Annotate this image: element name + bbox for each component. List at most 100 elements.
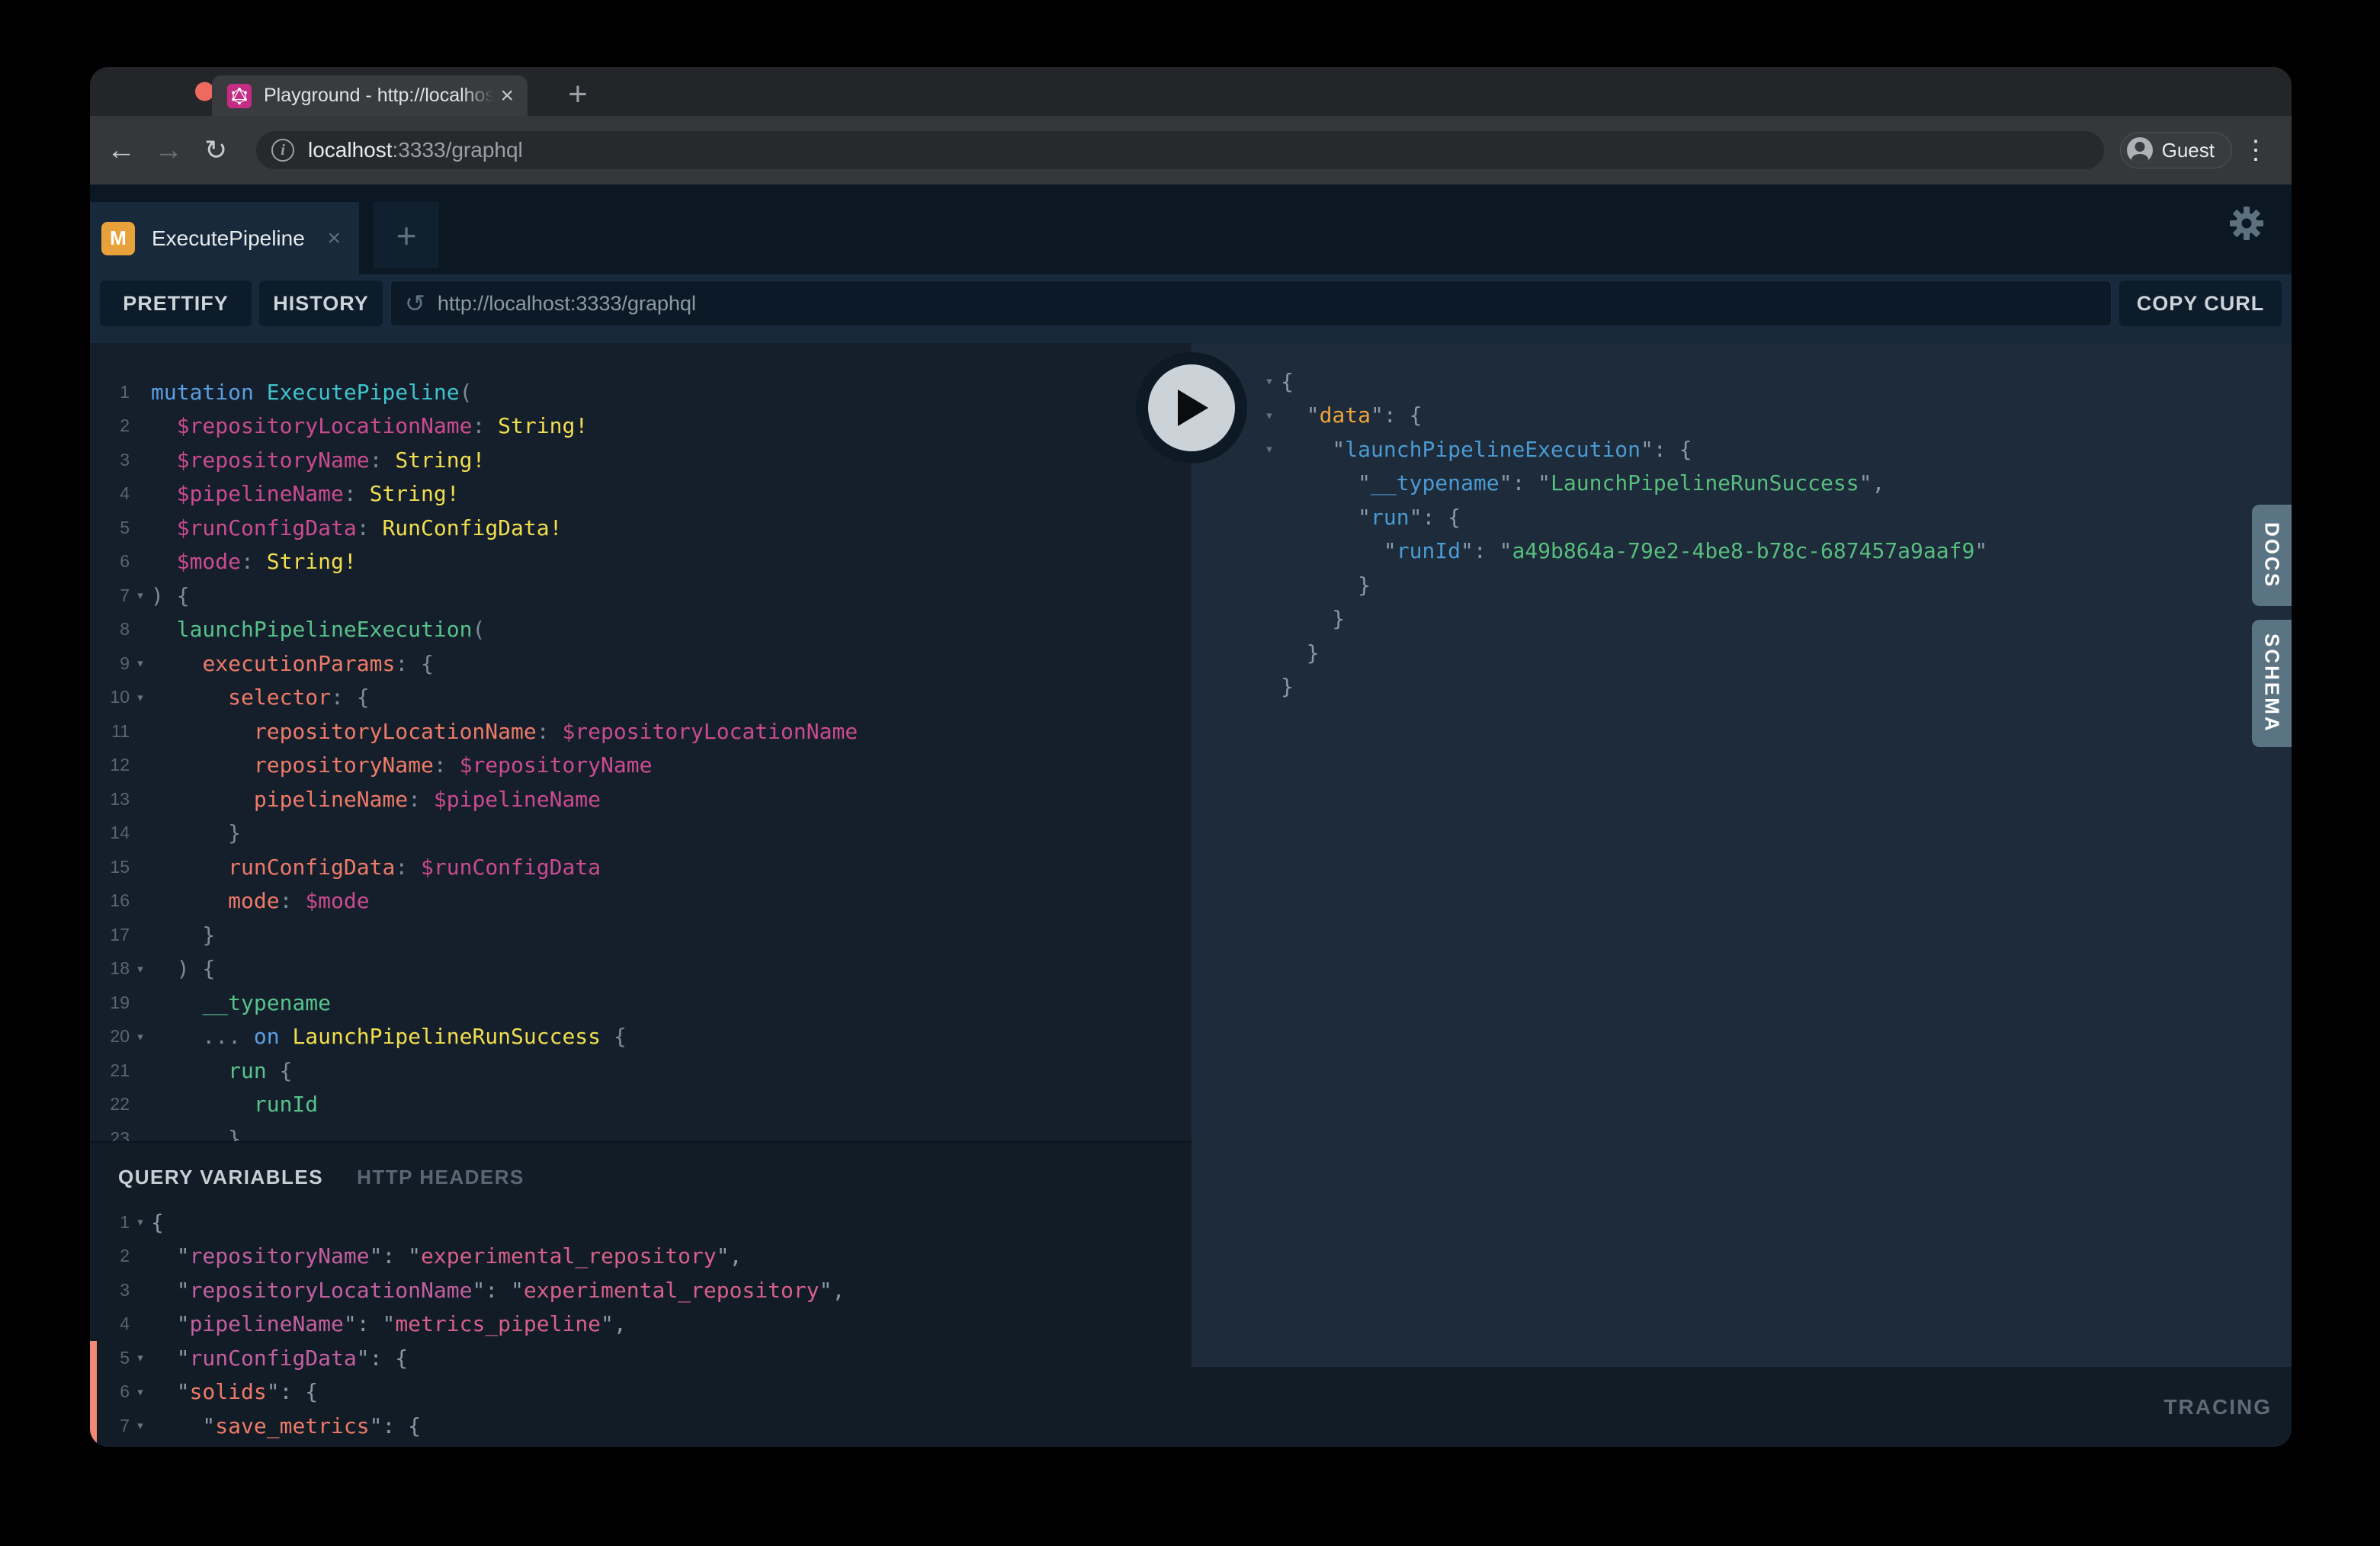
code-line[interactable]: 13 pipelineName: $pipelineName — [90, 782, 1192, 816]
code-line[interactable]: 18▾ ) { — [90, 952, 1192, 986]
tab-query-variables[interactable]: QUERY VARIABLES — [118, 1166, 323, 1189]
code-line[interactable]: 6 $mode: String! — [90, 545, 1192, 579]
fold-arrow-icon[interactable]: ▾ — [130, 689, 151, 706]
schema-side-tab[interactable]: SCHEMA — [2252, 620, 2292, 747]
code-text: runConfigData: $runConfigData — [151, 855, 601, 880]
browser-tab[interactable]: Playground - http://localhost:33 × — [212, 75, 528, 116]
forward-icon[interactable]: → — [154, 136, 183, 165]
code-line[interactable]: 8 launchPipelineExecution( — [90, 613, 1192, 647]
site-info-icon[interactable]: i — [271, 139, 294, 162]
code-line[interactable]: 17 } — [90, 918, 1192, 952]
history-arrow-icon: ↺ — [405, 291, 425, 316]
fold-arrow-icon[interactable]: ▾ — [130, 1349, 151, 1366]
address-url: localhost:3333/graphql — [308, 138, 523, 162]
code-line[interactable]: 10▾ selector: { — [90, 681, 1192, 715]
code-line[interactable]: 21 run { — [90, 1054, 1192, 1088]
new-tab-button[interactable]: + — [558, 78, 598, 113]
code-line[interactable]: 23 } — [90, 1121, 1192, 1141]
tracing-label[interactable]: TRACING — [2163, 1395, 2272, 1419]
new-session-tab-button[interactable]: + — [374, 202, 439, 268]
endpoint-input[interactable]: ↺ http://localhost:3333/graphql — [390, 281, 2112, 326]
code-line[interactable]: 3 "repositoryLocationName": "experimenta… — [90, 1273, 1192, 1307]
tab-http-headers[interactable]: HTTP HEADERS — [357, 1166, 524, 1189]
session-tab-close-icon[interactable]: × — [327, 226, 341, 252]
code-text: } — [1281, 606, 1345, 631]
line-number: 6 — [97, 1381, 130, 1402]
fold-arrow-icon[interactable]: ▾ — [1258, 373, 1281, 390]
fold-arrow-icon[interactable]: ▾ — [1258, 407, 1281, 424]
fold-arrow-icon[interactable]: ▾ — [130, 1214, 151, 1230]
profile-button[interactable]: Guest — [2120, 132, 2232, 168]
line-number: 21 — [97, 1060, 130, 1081]
code-line[interactable]: 15 runConfigData: $runConfigData — [90, 850, 1192, 884]
code-line[interactable]: 16 mode: $mode — [90, 884, 1192, 919]
code-line[interactable]: 19 __typename — [90, 986, 1192, 1020]
code-line[interactable]: 3 $repositoryName: String! — [90, 443, 1192, 477]
gutter-marker — [90, 986, 97, 1020]
line-number: 1 — [97, 1212, 130, 1233]
gutter-marker — [90, 850, 97, 884]
json-line: ▾ "launchPipelineExecution": { — [1192, 432, 2292, 467]
code-line[interactable]: 11 repositoryLocationName: $repositoryLo… — [90, 714, 1192, 749]
code-line[interactable]: 7▾ "save_metrics": { — [90, 1409, 1192, 1443]
code-text: $repositoryName: String! — [151, 447, 485, 473]
history-button[interactable]: HISTORY — [259, 281, 383, 326]
code-line[interactable]: 5 $runConfigData: RunConfigData! — [90, 511, 1192, 545]
reload-icon[interactable]: ↻ — [204, 136, 227, 164]
browser-toolbar: ← → ↻ i localhost:3333/graphql Guest ⋮ — [90, 116, 2292, 184]
code-line[interactable]: 5▾ "runConfigData": { — [90, 1341, 1192, 1375]
line-number: 16 — [97, 890, 130, 911]
code-line[interactable]: 1mutation ExecutePipeline( — [90, 375, 1192, 409]
code-text: repositoryLocationName: $repositoryLocat… — [151, 719, 858, 744]
code-text: ) { — [151, 956, 215, 981]
code-line[interactable]: 20▾ ... on LaunchPipelineRunSuccess { — [90, 1020, 1192, 1054]
query-editor[interactable]: 1mutation ExecutePipeline(2 $repositoryL… — [90, 343, 1192, 1141]
session-tab-executepipeline[interactable]: M ExecutePipeline × — [90, 202, 359, 274]
code-text: ... on LaunchPipelineRunSuccess { — [151, 1024, 627, 1049]
fold-arrow-icon[interactable]: ▾ — [130, 655, 151, 672]
playground-main: 1mutation ExecutePipeline(2 $repositoryL… — [90, 343, 2292, 1447]
code-line[interactable]: 12 repositoryName: $repositoryName — [90, 749, 1192, 783]
playground-toolbar: PRETTIFY HISTORY ↺ http://localhost:3333… — [90, 274, 2292, 343]
fold-arrow-icon[interactable]: ▾ — [1258, 441, 1281, 457]
code-line[interactable]: 6▾ "solids": { — [90, 1375, 1192, 1410]
code-line[interactable]: 22 runId — [90, 1088, 1192, 1122]
code-line[interactable]: 9▾ executionParams: { — [90, 646, 1192, 681]
code-text: pipelineName: $pipelineName — [151, 787, 601, 812]
browser-window: Playground - http://localhost:33 × + ← →… — [90, 67, 2292, 1447]
copy-curl-button[interactable]: COPY CURL — [2119, 281, 2282, 326]
code-text: run { — [151, 1058, 292, 1083]
docs-side-tab[interactable]: DOCS — [2252, 505, 2292, 606]
back-icon[interactable]: ← — [107, 136, 136, 165]
browser-tab-close-icon[interactable]: × — [500, 85, 514, 107]
fold-arrow-icon[interactable]: ▾ — [130, 587, 151, 604]
gutter-marker — [90, 1375, 97, 1410]
code-line[interactable]: 7▾) { — [90, 579, 1192, 613]
code-line[interactable]: 4 "pipelineName": "metrics_pipeline", — [90, 1307, 1192, 1342]
prettify-button[interactable]: PRETTIFY — [100, 281, 252, 326]
code-line[interactable]: 2 $repositoryLocationName: String! — [90, 409, 1192, 444]
settings-gear-icon[interactable] — [2229, 206, 2264, 241]
endpoint-url: http://localhost:3333/graphql — [438, 292, 696, 316]
line-number: 4 — [97, 483, 130, 504]
code-text: } — [1281, 674, 1294, 699]
address-bar[interactable]: i localhost:3333/graphql — [256, 131, 2104, 169]
code-text: "data": { — [1281, 403, 1422, 428]
code-line[interactable]: 1▾{ — [90, 1205, 1192, 1240]
line-number: 7 — [97, 585, 130, 606]
graphql-favicon — [227, 84, 252, 108]
code-text: "run": { — [1281, 505, 1461, 530]
browser-menu-icon[interactable]: ⋮ — [2243, 137, 2269, 163]
fold-arrow-icon[interactable]: ▾ — [130, 1417, 151, 1434]
code-line[interactable]: 4 $pipelineName: String! — [90, 477, 1192, 512]
fold-arrow-icon[interactable]: ▾ — [130, 1384, 151, 1400]
fold-arrow-icon[interactable]: ▾ — [130, 961, 151, 977]
execute-query-button[interactable] — [1136, 352, 1247, 463]
fold-arrow-icon[interactable]: ▾ — [130, 1028, 151, 1045]
code-text: launchPipelineExecution( — [151, 617, 485, 642]
code-line[interactable]: 2 "repositoryName": "experimental_reposi… — [90, 1240, 1192, 1274]
variables-editor[interactable]: 1▾{2 "repositoryName": "experimental_rep… — [90, 1205, 1192, 1443]
json-line: } — [1192, 602, 2292, 637]
code-text: "launchPipelineExecution": { — [1281, 437, 1692, 462]
code-line[interactable]: 14 } — [90, 816, 1192, 851]
